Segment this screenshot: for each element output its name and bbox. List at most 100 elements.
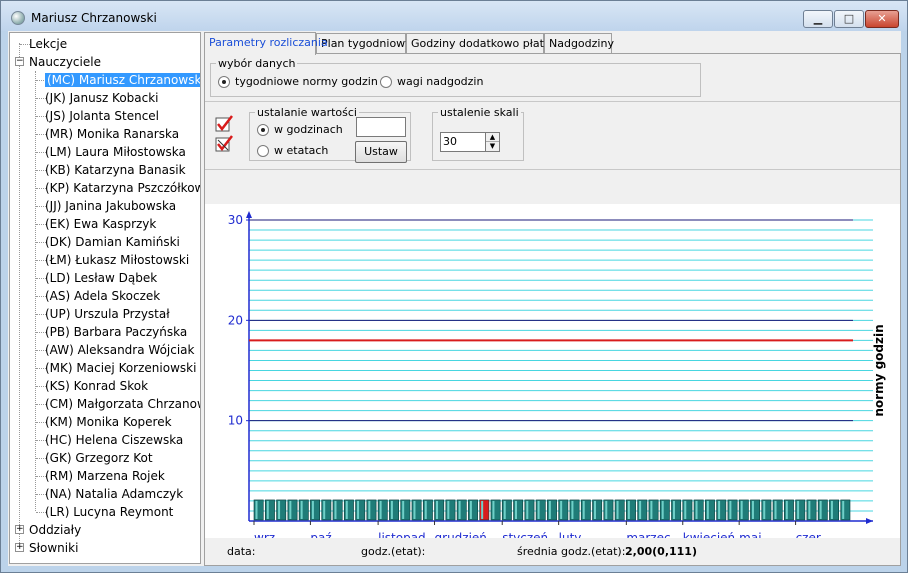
week-bar bbox=[626, 499, 636, 521]
radio-dot-selected[interactable] bbox=[218, 75, 230, 88]
tree-item-teacher[interactable]: (NA) Natalia Adamczyk bbox=[45, 485, 183, 503]
tab-plan-tygodniowy[interactable]: Plan tygodniowy bbox=[316, 33, 412, 54]
month-label: kwiecień bbox=[683, 531, 735, 538]
tree-item-teacher[interactable]: (UP) Urszula Przystał bbox=[45, 305, 170, 323]
tree-item-teacher[interactable]: (PB) Barbara Paczyńska bbox=[45, 323, 187, 341]
tree-item-teacher[interactable]: (GK) Grzegorz Kot bbox=[45, 449, 153, 467]
week-bar-highlight bbox=[830, 500, 833, 519]
week-bar-highlight bbox=[447, 500, 450, 519]
tree-item-label: (LR) Lucyna Reymont bbox=[45, 505, 174, 519]
radio-in-hours[interactable]: w godzinach bbox=[257, 123, 343, 136]
week-bar bbox=[377, 499, 388, 521]
tree-item-teacher[interactable]: (KP) Katarzyna Pszczółkowska bbox=[45, 179, 200, 197]
tree-item-teacher[interactable]: (ŁM) Łukasz Miłostowski bbox=[45, 251, 189, 269]
title-bar[interactable]: Mariusz Chrzanowski ▁ □ ✕ bbox=[1, 1, 907, 31]
y-tick-label: 30 bbox=[228, 213, 243, 227]
tree-item-label: (KB) Katarzyna Banasik bbox=[45, 163, 186, 177]
window-title: Mariusz Chrzanowski bbox=[31, 11, 157, 25]
tree-item-teacher[interactable]: (JS) Jolanta Stencel bbox=[45, 107, 159, 125]
app-icon bbox=[11, 11, 25, 25]
uncheck-all-icon[interactable] bbox=[215, 134, 235, 154]
y-axis-arrow-icon bbox=[246, 211, 252, 218]
week-bar-highlight bbox=[582, 500, 585, 519]
month-label: maj bbox=[739, 531, 761, 538]
tree-item-teacher[interactable]: (MC) Mariusz Chrzanowski bbox=[45, 71, 200, 89]
maximize-button[interactable]: □ bbox=[834, 10, 864, 28]
tree-item-teacher[interactable]: (KB) Katarzyna Banasik bbox=[45, 161, 186, 179]
tree-item-lekcje[interactable]: Lekcje bbox=[29, 35, 67, 53]
tree-item-nauczyciele[interactable]: Nauczyciele bbox=[29, 53, 101, 71]
tree-item-teacher[interactable]: (JK) Janusz Kobacki bbox=[45, 89, 159, 107]
week-bar-highlight bbox=[334, 500, 337, 519]
tree-item-słowniki[interactable]: Słowniki bbox=[29, 539, 78, 557]
week-bar-highlight bbox=[289, 500, 292, 519]
tree-item-teacher[interactable]: (DK) Damian Kamiński bbox=[45, 233, 180, 251]
tree-expander-plus-icon[interactable]: + bbox=[15, 543, 24, 552]
check-all-icon[interactable] bbox=[215, 114, 235, 134]
navigation-tree[interactable]: Lekcje − Nauczyciele + Oddziały + Słowniki (MC)… bbox=[9, 32, 201, 564]
week-bar bbox=[592, 499, 603, 521]
tree-item-teacher[interactable]: (AS) Adela Skoczek bbox=[45, 287, 160, 305]
tree-guide-line bbox=[19, 43, 20, 547]
y-axis-label: normy godzin bbox=[872, 324, 886, 416]
tree-item-teacher[interactable]: (EK) Ewa Kasprzyk bbox=[45, 215, 156, 233]
set-button[interactable]: Ustaw bbox=[355, 141, 407, 163]
tree-item-teacher[interactable]: (LM) Laura Miłostowska bbox=[45, 143, 186, 161]
tree-item-teacher[interactable]: (KS) Konrad Skok bbox=[45, 377, 148, 395]
tree-item-teacher[interactable]: (LD) Lesław Dąbek bbox=[45, 269, 157, 287]
week-bar-highlight bbox=[402, 500, 405, 519]
week-bar bbox=[693, 499, 704, 521]
tree-item-teacher[interactable]: (AW) Aleksandra Wójciak bbox=[45, 341, 194, 359]
radio-in-etats[interactable]: w etatach bbox=[257, 144, 328, 157]
spin-down-icon[interactable]: ▼ bbox=[486, 142, 499, 151]
week-bar bbox=[490, 499, 501, 521]
week-bar-highlight bbox=[379, 500, 382, 519]
week-bar bbox=[332, 499, 343, 521]
tree-item-oddziały[interactable]: Oddziały bbox=[29, 521, 81, 539]
radio-overtime-weights[interactable]: wagi nadgodzin bbox=[380, 75, 483, 88]
week-bar-highlight bbox=[560, 500, 563, 519]
tab-godziny-dodatkowo-platne[interactable]: Godziny dodatkowo płatne bbox=[406, 33, 558, 54]
tree-item-teacher[interactable]: (KM) Monika Koperek bbox=[45, 413, 172, 431]
week-bar-highlight bbox=[311, 500, 314, 519]
week-bar bbox=[761, 499, 772, 521]
status-hours-label: godz.(etat): bbox=[361, 545, 426, 558]
week-bar-highlight bbox=[763, 500, 766, 519]
week-bar-highlight bbox=[278, 500, 281, 519]
tree-item-label: (CM) Małgorzata Chrzanowska bbox=[45, 397, 200, 411]
week-bar-highlight bbox=[695, 500, 698, 519]
week-bar bbox=[603, 499, 614, 521]
scale-spinner-input[interactable]: 30 bbox=[440, 132, 486, 152]
scale-spinner[interactable]: ▲ ▼ bbox=[485, 132, 500, 152]
tree-item-label: Słowniki bbox=[29, 541, 79, 555]
radio-weekly-norms[interactable]: tygodniowe normy godzin bbox=[218, 75, 378, 88]
tree-expander-minus-icon[interactable]: − bbox=[15, 57, 24, 66]
tree-item-teacher[interactable]: (MK) Maciej Korzeniowski bbox=[45, 359, 196, 377]
radio-dot[interactable] bbox=[380, 75, 392, 88]
status-average-label: średnia godz.(etat): bbox=[517, 545, 626, 558]
week-bar-highlight bbox=[684, 500, 687, 519]
status-bar: data: godz.(etat): średnia godz.(etat): … bbox=[205, 540, 900, 565]
week-bar-highlight bbox=[537, 500, 540, 519]
tree-item-teacher[interactable]: (MR) Monika Ranarska bbox=[45, 125, 179, 143]
tree-item-teacher[interactable]: (LR) Lucyna Reymont bbox=[45, 503, 173, 521]
tree-item-label: (AS) Adela Skoczek bbox=[45, 289, 161, 303]
tree-item-label: (KS) Konrad Skok bbox=[45, 379, 149, 393]
week-bar bbox=[366, 499, 377, 521]
tree-item-teacher[interactable]: (JJ) Janina Jakubowska bbox=[45, 197, 176, 215]
tree-item-label: (MR) Monika Ranarska bbox=[45, 127, 180, 141]
radio-dot[interactable] bbox=[257, 144, 269, 157]
close-button[interactable]: ✕ bbox=[865, 10, 899, 28]
tree-expander-plus-icon[interactable]: + bbox=[15, 525, 24, 534]
radio-dot-selected[interactable] bbox=[257, 123, 269, 136]
value-input[interactable] bbox=[356, 117, 406, 137]
tree-item-teacher[interactable]: (CM) Małgorzata Chrzanowska bbox=[45, 395, 200, 413]
tree-item-teacher[interactable]: (HC) Helena Ciszewska bbox=[45, 431, 183, 449]
minimize-button[interactable]: ▁ bbox=[803, 10, 833, 28]
tree-item-teacher[interactable]: (RM) Marzena Rojek bbox=[45, 467, 165, 485]
spin-up-icon[interactable]: ▲ bbox=[486, 133, 499, 142]
tab-nadgodziny[interactable]: Nadgodziny bbox=[544, 33, 614, 54]
tab-parametry-rozliczania[interactable]: Parametry rozliczania bbox=[204, 32, 328, 55]
week-bar-highlight bbox=[492, 500, 495, 519]
week-bar bbox=[547, 499, 557, 521]
